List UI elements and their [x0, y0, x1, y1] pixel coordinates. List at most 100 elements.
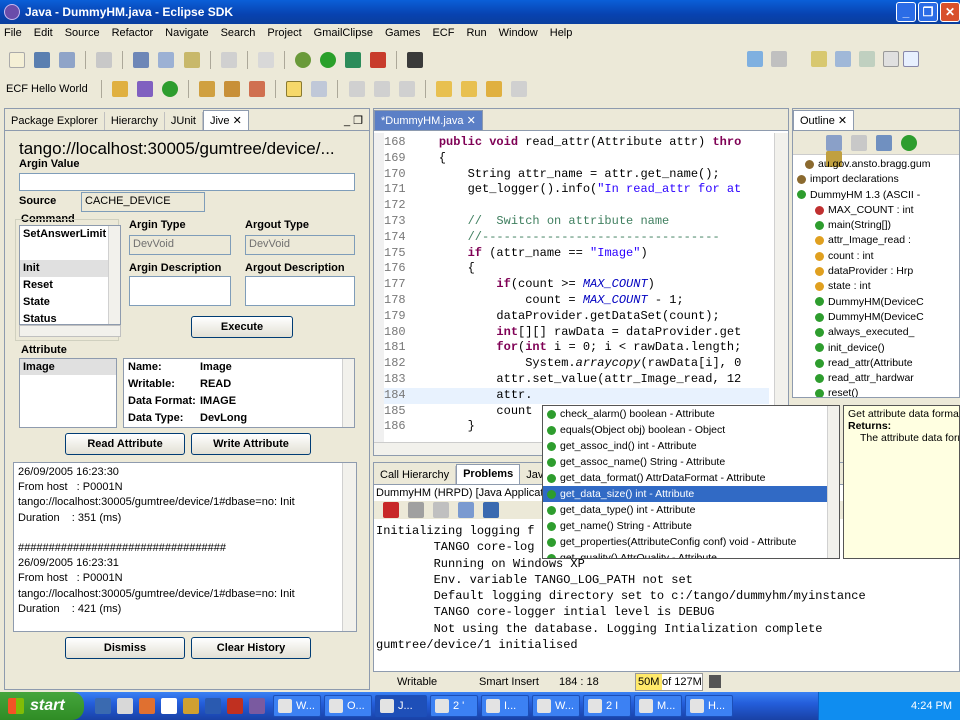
argin-description-box[interactable] — [129, 276, 231, 306]
outline-item[interactable]: reset() — [793, 386, 959, 397]
command-list[interactable]: SetAnswerLimit Init Reset State Status — [19, 225, 121, 325]
quicklaunch-explorer-icon[interactable] — [117, 698, 133, 714]
remove-launch-icon[interactable] — [408, 502, 425, 518]
outline-item[interactable]: au.gov.ansto.bragg.gum — [793, 157, 959, 172]
code-area[interactable]: 168 public void read_attr(Attribute attr… — [374, 133, 788, 443]
sort-icon[interactable] — [826, 135, 842, 151]
execute-button[interactable]: Execute — [191, 316, 293, 338]
synchronize-icon[interactable] — [859, 51, 875, 67]
completion-item[interactable]: get_properties(AttributeConfig conf) voi… — [543, 534, 839, 550]
content-assist-popup[interactable]: check_alarm() boolean - Attribute equals(… — [542, 405, 840, 559]
write-attribute-button[interactable]: Write Attribute — [191, 433, 311, 455]
tab-hierarchy[interactable]: Hierarchy — [105, 112, 165, 130]
quicklaunch-ie-icon[interactable] — [95, 698, 111, 714]
run-icon[interactable] — [319, 52, 336, 68]
cvs-repo-icon[interactable] — [883, 51, 899, 67]
trash-icon[interactable] — [709, 675, 721, 688]
tab-junit[interactable]: JUnit — [165, 112, 203, 130]
show-source-icon[interactable] — [311, 81, 328, 97]
close-button[interactable]: ✕ — [940, 2, 960, 22]
package-icon[interactable] — [811, 51, 827, 67]
new-icon[interactable] — [9, 52, 25, 68]
command-item[interactable]: Init — [20, 260, 120, 277]
quicklaunch-powerpoint-icon[interactable] — [227, 698, 243, 714]
quicklaunch-app-icon[interactable] — [249, 698, 265, 714]
maximize-button[interactable]: ❐ — [918, 2, 938, 22]
clear-history-button[interactable]: Clear History — [191, 637, 311, 659]
cvs-icon[interactable] — [771, 51, 787, 67]
start-button[interactable]: start — [0, 692, 84, 720]
command-item[interactable]: SetAnswerLimit — [20, 226, 120, 243]
menu-edit[interactable]: Edit — [34, 27, 53, 39]
bug-icon[interactable] — [407, 52, 424, 68]
history-scrollbar[interactable] — [342, 463, 356, 631]
save-icon[interactable] — [34, 52, 51, 68]
menu-navigate[interactable]: Navigate — [165, 27, 208, 39]
outline-item[interactable]: DummyHM(DeviceC — [793, 310, 959, 325]
new-class-icon[interactable] — [158, 52, 175, 68]
outline-item[interactable]: read_attr(Attribute — [793, 356, 959, 371]
close-icon[interactable]: ✕ — [467, 115, 476, 127]
minimize-button[interactable]: _ — [896, 2, 916, 22]
taskbar-task[interactable]: W... — [532, 695, 580, 717]
outline-item[interactable]: MAX_COUNT : int — [793, 203, 959, 218]
completion-item[interactable]: get_data_size() int - Attribute — [543, 486, 839, 502]
next-annotation-arrow-icon[interactable] — [435, 81, 452, 97]
content-assist-scrollbar[interactable] — [827, 406, 839, 558]
prev-annotation-icon[interactable] — [348, 81, 365, 97]
command-hscrollbar[interactable] — [19, 325, 121, 337]
completion-item[interactable]: get_quality() AttrQuality - Attribute — [543, 550, 839, 558]
view-controls[interactable]: _ ❐ — [338, 111, 369, 130]
stop-icon[interactable] — [370, 52, 387, 68]
argin-value-field[interactable] — [19, 173, 355, 191]
new-package-icon[interactable] — [136, 81, 153, 97]
clear-console-icon[interactable] — [433, 502, 450, 518]
outline-item[interactable]: init_device() — [793, 341, 959, 356]
menu-refactor[interactable]: Refactor — [112, 27, 154, 39]
completion-item[interactable]: get_data_type() int - Attribute — [543, 502, 839, 518]
taskbar-task[interactable]: M... — [634, 695, 682, 717]
taskbar-task[interactable]: O... — [324, 695, 372, 717]
window-title-bar[interactable]: Java - DummyHM.java - Eclipse SDK _ ❐ ✕ — [0, 0, 960, 24]
tab-package-explorer[interactable]: Package Explorer — [5, 112, 105, 130]
command-item[interactable]: Reset — [20, 277, 120, 294]
menu-ecf[interactable]: ECF — [432, 27, 454, 39]
menu-gmailclipse[interactable]: GmailClipse — [314, 27, 373, 39]
completion-item[interactable]: equals(Object obj) boolean - Object — [543, 422, 839, 438]
outline-item[interactable]: always_executed_ — [793, 325, 959, 340]
taskbar-task[interactable]: 2 ' — [430, 695, 478, 717]
tab-dummyhm-java[interactable]: *DummyHM.java ✕ — [374, 110, 483, 130]
outline-item[interactable]: DummyHM 1.3 (ASCII - — [793, 188, 959, 203]
hide-static-icon[interactable] — [876, 135, 893, 151]
open-folder-icon[interactable] — [199, 81, 216, 97]
menu-project[interactable]: Project — [267, 27, 301, 39]
run-external-icon[interactable] — [345, 52, 361, 68]
menu-run[interactable]: Run — [466, 27, 486, 39]
menu-file[interactable]: File — [4, 27, 22, 39]
menu-help[interactable]: Help — [550, 27, 573, 39]
completion-item[interactable]: get_data_format() AttrDataFormat - Attri… — [543, 470, 839, 486]
search-icon[interactable] — [220, 52, 237, 68]
outline-item[interactable]: main(String[]) — [793, 218, 959, 233]
command-item[interactable]: State — [20, 294, 120, 311]
menu-source[interactable]: Source — [65, 27, 100, 39]
web-icon[interactable] — [257, 52, 274, 68]
completion-item[interactable]: check_alarm() boolean - Attribute — [543, 406, 839, 422]
close-icon[interactable]: ✕ — [838, 115, 847, 127]
tab-jive[interactable]: Jive ✕ — [202, 110, 249, 130]
prev-annotation-arrow-icon[interactable] — [460, 81, 477, 97]
scroll-lock-icon[interactable] — [458, 502, 475, 518]
attribute-list[interactable]: Image — [19, 358, 117, 428]
terminate-icon[interactable] — [383, 502, 399, 518]
outline-item[interactable]: count : int — [793, 249, 959, 264]
ecf-hello-world-button[interactable]: ECF Hello World — [6, 83, 88, 95]
open-resource-icon[interactable] — [224, 81, 241, 97]
next-annotation-icon[interactable] — [373, 81, 390, 97]
tab-call-hierarchy[interactable]: Call Hierarchy — [374, 466, 457, 484]
completion-item[interactable]: get_name() String - Attribute — [543, 518, 839, 534]
tab-outline[interactable]: Outline ✕ — [793, 110, 855, 130]
menu-window[interactable]: Window — [499, 27, 538, 39]
new-project-icon[interactable] — [111, 81, 128, 97]
taskbar-task[interactable]: J... — [375, 695, 427, 717]
back-icon[interactable] — [485, 81, 502, 97]
